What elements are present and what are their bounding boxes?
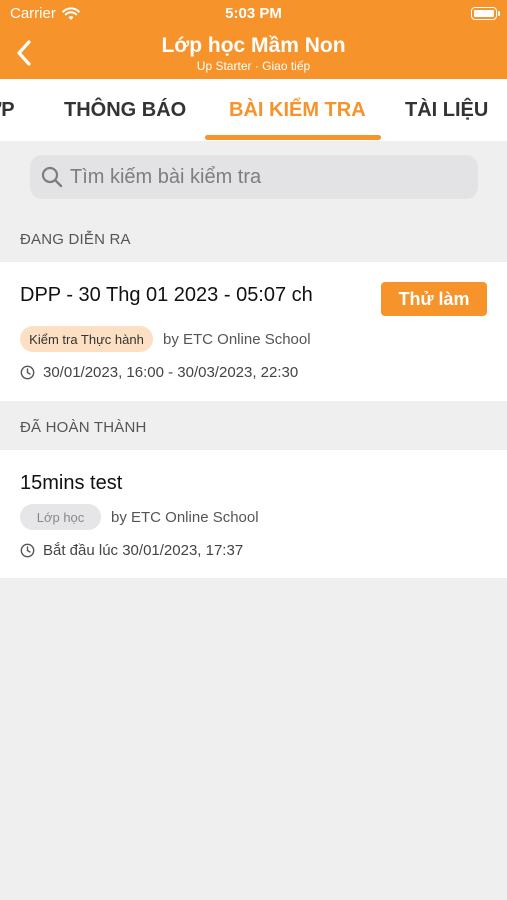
search-icon: [41, 166, 63, 188]
try-test-button[interactable]: Thử làm: [381, 282, 487, 316]
tab-announcements[interactable]: THÔNG BÁO: [64, 79, 186, 141]
test-time-row: Bắt đầu lúc 30/01/2023, 17:37: [20, 542, 243, 559]
page-title: Lớp học Mầm Non: [161, 34, 346, 57]
test-type-badge: Kiểm tra Thực hành: [20, 326, 153, 352]
test-title: 15mins test: [20, 472, 123, 494]
test-title: DPP - 30 Thg 01 2023 - 05:07 ch: [20, 284, 313, 306]
page-subtitle: Up Starter · Giao tiếp: [196, 59, 311, 73]
section-label-completed: ĐÃ HOÀN THÀNH: [20, 419, 147, 436]
test-card-ongoing[interactable]: DPP - 30 Thg 01 2023 - 05:07 ch Thử làm …: [0, 262, 507, 401]
test-type-badge: Lớp học: [20, 504, 101, 530]
test-time: Bắt đầu lúc 30/01/2023, 17:37: [43, 542, 244, 559]
active-tab-indicator: [205, 135, 381, 140]
test-time-row: 30/01/2023, 16:00 - 30/03/2023, 22:30: [20, 364, 298, 381]
battery-icon: [471, 7, 500, 20]
test-time: 30/01/2023, 16:00 - 30/03/2023, 22:30: [43, 364, 299, 381]
clock-icon: [20, 543, 35, 558]
tab-tests[interactable]: BÀI KIỂM TRA: [229, 79, 366, 141]
tab-class[interactable]: LỚP: [0, 79, 15, 141]
tab-bar: LỚP THÔNG BÁO BÀI KIỂM TRA TÀI LIỆU: [0, 79, 507, 141]
tab-materials[interactable]: TÀI LIỆU: [405, 79, 488, 141]
test-author: by ETC Online School: [111, 509, 259, 526]
clock-icon: [20, 365, 35, 380]
test-card-completed[interactable]: 15mins test Lớp học by ETC Online School…: [0, 450, 507, 578]
search-input[interactable]: [70, 165, 450, 189]
status-bar: Carrier 5:03 PM: [0, 0, 507, 28]
test-author: by ETC Online School: [163, 331, 311, 348]
header: Carrier 5:03 PM Lớp học Mầm Non Up Start…: [0, 0, 507, 79]
status-time: 5:03 PM: [225, 5, 282, 22]
search-bar[interactable]: [30, 155, 478, 199]
section-label-ongoing: ĐANG DIỄN RA: [20, 231, 131, 248]
